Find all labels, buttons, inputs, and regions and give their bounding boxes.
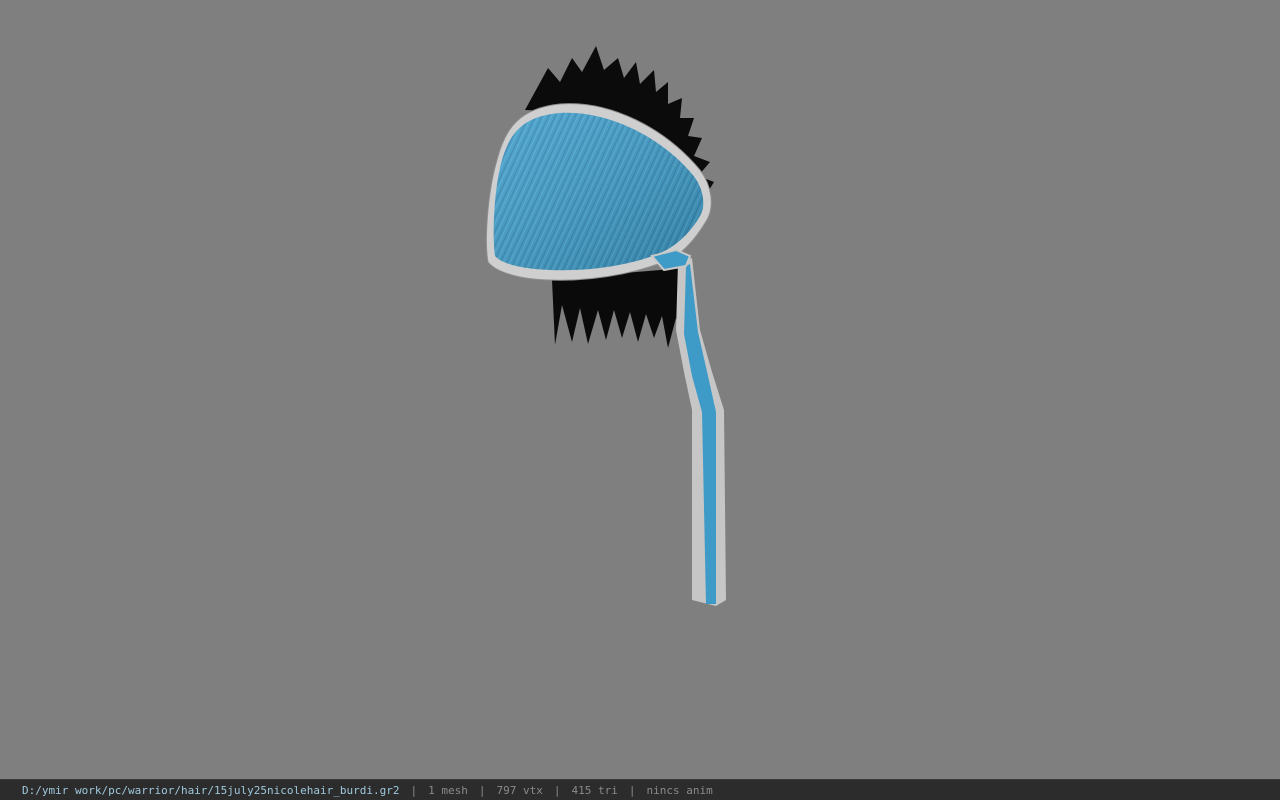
- separator: |: [628, 783, 636, 797]
- ribbon-tail-trim: [676, 258, 726, 606]
- mesh-count: 1 mesh: [428, 783, 468, 797]
- model-render: [485, 46, 726, 606]
- triangle-count: 415 tri: [571, 783, 618, 797]
- separator: |: [410, 783, 418, 797]
- status-bar: D:/ymir work/pc/warrior/hair/15july25nic…: [0, 779, 1280, 800]
- animation-status: nincs anim: [646, 783, 713, 797]
- 3d-viewport[interactable]: [0, 0, 1280, 779]
- separator: |: [478, 783, 486, 797]
- file-path: D:/ymir work/pc/warrior/hair/15july25nic…: [22, 783, 400, 797]
- separator: |: [553, 783, 561, 797]
- vertex-count: 797 vtx: [496, 783, 543, 797]
